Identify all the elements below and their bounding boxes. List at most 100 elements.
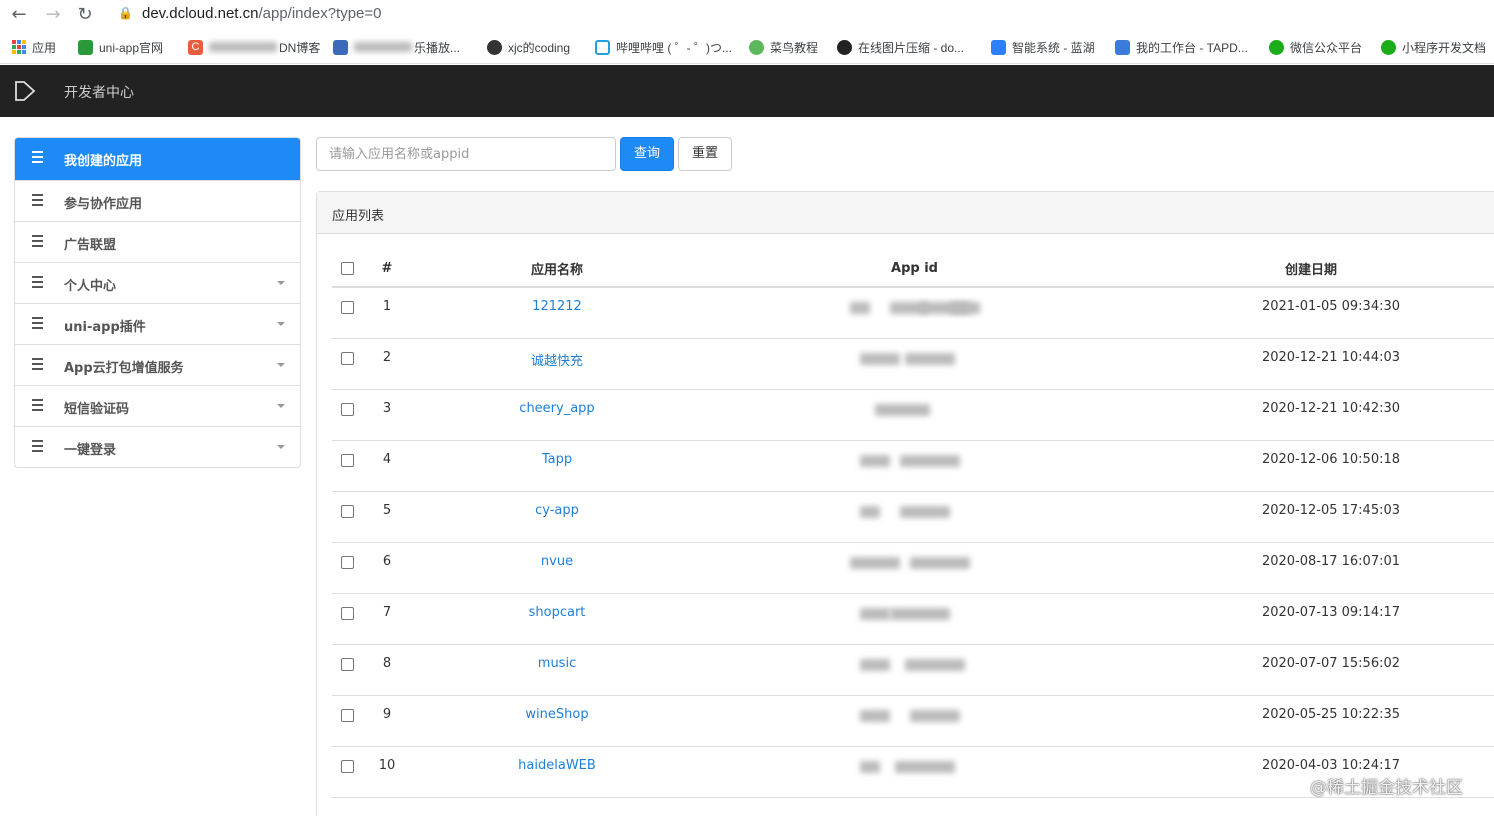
row-checkbox[interactable] <box>340 453 354 467</box>
bookmarks-bar: 应用 uni-app官网 C DN博客 乐播放... xjc的coding 哔哩… <box>0 30 1494 64</box>
sidebar-item-label: 短信验证码 <box>64 402 130 417</box>
row-checkbox[interactable] <box>340 504 354 518</box>
lanhu-icon <box>991 39 1006 55</box>
row-app-id-cell <box>702 695 1127 747</box>
app-name-link[interactable]: cy-app <box>535 503 579 518</box>
bookmark-csdn[interactable]: C DN博客 <box>188 38 320 56</box>
row-checkbox-cell <box>332 644 362 696</box>
sidebar-item-label: 我创建的应用 <box>64 154 143 169</box>
bookmark-miniprogram-docs[interactable]: 小程序开发文档 <box>1381 38 1486 56</box>
row-num: 1 <box>362 287 412 339</box>
url-text: dev.dcloud.net.cn/app/index?type=0 <box>142 5 382 22</box>
app-name-link[interactable]: Tapp <box>542 452 572 467</box>
bookmark-bilibili[interactable]: 哔哩哔哩 ( ゜- ゜)つ... <box>595 38 732 56</box>
reset-button[interactable]: 重置 <box>678 137 732 171</box>
table-header-row: # 应用名称 App id 创建日期 <box>332 250 1494 288</box>
row-app-name-cell: 121212 <box>412 287 702 339</box>
app-id-redacted <box>849 554 980 576</box>
bookmark-image-compress[interactable]: 在线图片压缩 - do... <box>837 38 964 56</box>
sidebar-item-label: App云打包增值服务 <box>64 361 184 376</box>
row-checkbox-cell <box>332 287 362 339</box>
app-name-link[interactable]: 诚越快充 <box>531 354 583 369</box>
bookmark-wechat-mp[interactable]: 微信公众平台 <box>1269 38 1362 56</box>
app-id-redacted <box>850 452 980 474</box>
table-row: 5 cy-app 2020-12-05 17:45:03 <box>332 491 1494 543</box>
app-name-link[interactable]: nvue <box>541 554 573 569</box>
sidebar-item-cloud-build[interactable]: App云打包增值服务 <box>15 344 300 385</box>
bookmark-uniapp[interactable]: uni-app官网 <box>78 38 163 56</box>
row-app-name-cell: Tapp <box>412 440 702 492</box>
query-button[interactable]: 查询 <box>620 137 674 171</box>
row-checkbox[interactable] <box>340 759 354 773</box>
bookmark-label: 哔哩哔哩 ( ゜- ゜)つ... <box>616 40 732 55</box>
caret-down-icon <box>277 322 285 326</box>
header-app-name: 应用名称 <box>412 250 702 288</box>
sidebar-menu: 我创建的应用 参与协作应用 广告联盟 个人中心 uni-app插件 App云打包… <box>14 137 301 468</box>
row-checkbox[interactable] <box>340 301 354 314</box>
sidebar-item-uniapp-plugins[interactable]: uni-app插件 <box>15 303 300 344</box>
app-table: # 应用名称 App id 创建日期 1 121212 2021-01-05 09:… <box>332 250 1494 798</box>
row-checkbox[interactable] <box>340 351 354 365</box>
row-checkbox[interactable] <box>340 402 354 416</box>
app-id-redacted <box>850 758 980 780</box>
tapd-icon <box>1115 39 1130 55</box>
csdn-icon: C <box>188 39 203 55</box>
row-checkbox-cell <box>332 338 362 390</box>
blur-block <box>859 760 880 773</box>
app-name-link[interactable]: haidelaWEB <box>518 758 596 773</box>
dcloud-logo-icon[interactable] <box>14 81 36 101</box>
sidebar-item-collab-apps[interactable]: 参与协作应用 <box>15 180 300 221</box>
sidebar-item-sms-verify[interactable]: 短信验证码 <box>15 385 300 426</box>
bookmark-lanhu[interactable]: 智能系统 - 蓝湖 <box>991 38 1095 56</box>
blur-block <box>859 658 890 671</box>
bookmark-apps[interactable]: 应用 <box>12 38 56 56</box>
row-app-name-cell: cy-app <box>412 491 702 543</box>
header-title[interactable]: 开发者中心 <box>64 82 134 102</box>
app-id-redacted <box>849 299 980 321</box>
table-row: 6 nvue 2020-08-17 16:07:01 <box>332 542 1494 594</box>
forward-arrow-icon[interactable]: → <box>42 4 64 26</box>
select-all-cell <box>332 250 362 288</box>
row-checkbox[interactable] <box>340 657 354 671</box>
select-all-checkbox[interactable] <box>340 261 354 275</box>
compress-icon <box>837 39 852 55</box>
bilibili-tv-icon <box>595 39 610 55</box>
blur-block <box>909 556 970 569</box>
row-checkbox-cell <box>332 440 362 492</box>
row-checkbox[interactable] <box>340 708 354 722</box>
row-checkbox[interactable] <box>340 555 354 569</box>
sidebar-item-personal-center[interactable]: 个人中心 <box>15 262 300 303</box>
table-row: 8 music 2020-07-07 15:56:02 <box>332 644 1494 696</box>
app-name-link[interactable]: music <box>538 656 576 671</box>
address-bar[interactable]: 🔒 dev.dcloud.net.cn/app/index?type=0 <box>108 2 1488 28</box>
wechat-icon <box>1381 39 1396 55</box>
bookmark-coding[interactable]: xjc的coding <box>487 38 570 56</box>
bookmark-tapd[interactable]: 我的工作台 - TAPD... <box>1115 38 1248 56</box>
row-app-name-cell: nvue <box>412 542 702 594</box>
back-arrow-icon[interactable]: ← <box>8 4 30 26</box>
panel-title: 应用列表 <box>317 192 1494 234</box>
reload-icon[interactable]: ↻ <box>74 4 96 26</box>
sidebar-item-one-click-login[interactable]: 一键登录 <box>15 426 300 467</box>
app-id-redacted <box>850 401 980 423</box>
row-num: 6 <box>362 542 412 594</box>
bookmark-label: 乐播放... <box>414 40 461 55</box>
app-name-link[interactable]: wineShop <box>525 707 588 722</box>
app-id-redacted <box>850 503 980 525</box>
bookmark-player[interactable]: 乐播放... <box>333 38 460 56</box>
search-input[interactable] <box>316 137 616 171</box>
bookmark-runoob[interactable]: 菜鸟教程 <box>749 38 818 56</box>
app-name-link[interactable]: 121212 <box>532 299 582 314</box>
blur-block <box>859 505 880 518</box>
blur-block <box>899 454 960 467</box>
app-name-link[interactable]: shopcart <box>529 605 586 620</box>
sidebar-item-ad-alliance[interactable]: 广告联盟 <box>15 221 300 262</box>
uniapp-icon <box>78 39 93 55</box>
blurred-text <box>209 42 277 52</box>
row-created-date: 2020-07-07 15:56:02 <box>1127 644 1494 696</box>
bookmark-label: 微信公众平台 <box>1290 40 1363 55</box>
app-name-link[interactable]: cheery_app <box>519 401 594 416</box>
sidebar-item-my-apps[interactable]: 我创建的应用 <box>15 138 300 180</box>
row-checkbox[interactable] <box>340 606 354 620</box>
menu-list-icon <box>32 194 43 206</box>
